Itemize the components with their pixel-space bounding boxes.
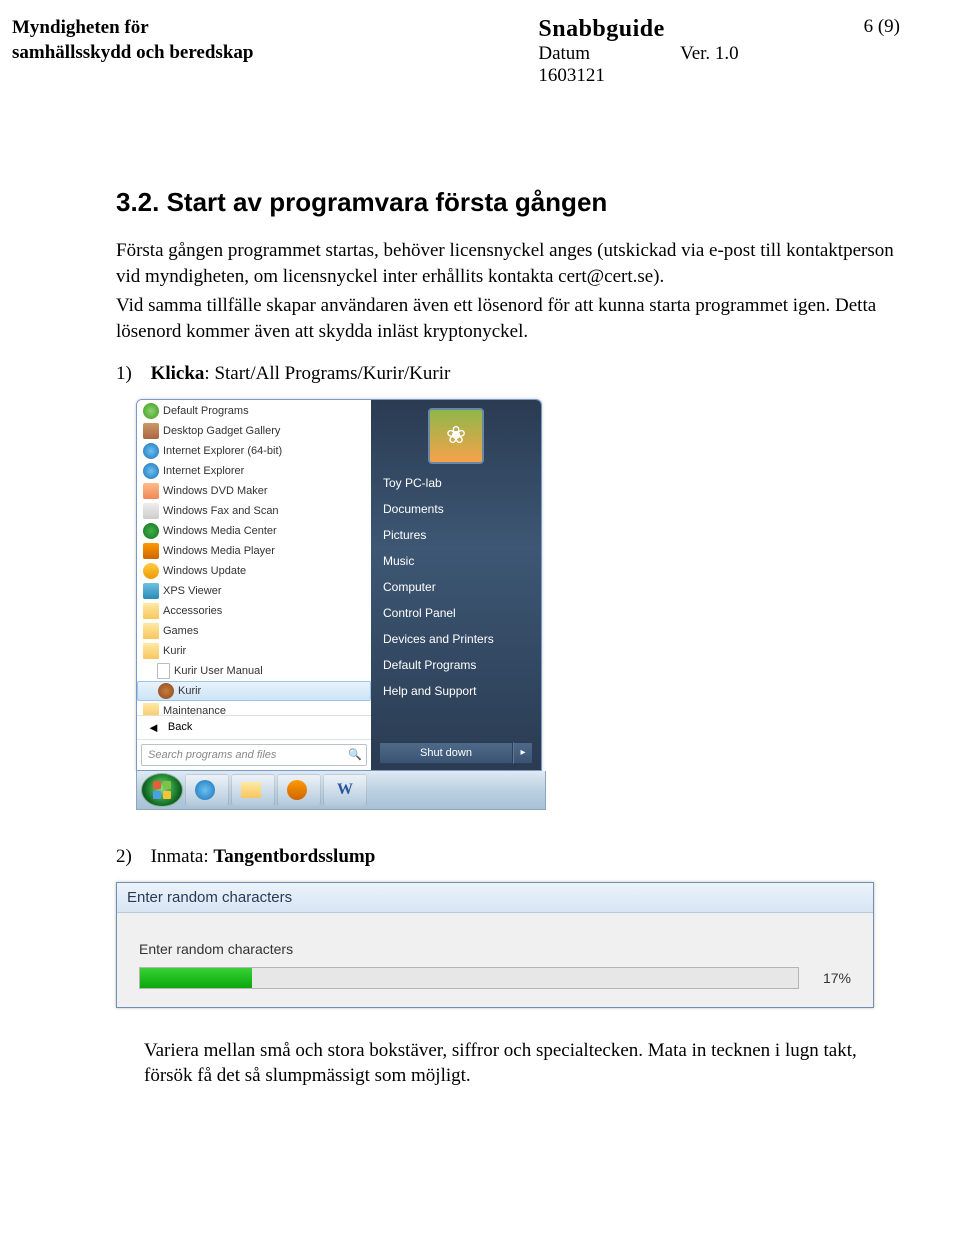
random-chars-dialog: Enter random characters Enter random cha… — [116, 882, 874, 1008]
section-para2: Vid samma tillfälle skapar användaren äv… — [116, 293, 900, 344]
step1-bold: Klicka — [151, 363, 205, 384]
update-icon — [143, 563, 159, 579]
progress-percent: 17% — [813, 970, 851, 986]
sm-item-update[interactable]: Windows Update — [137, 561, 371, 581]
step1-num: 1) — [116, 363, 132, 384]
sm-item-xps[interactable]: XPS Viewer — [137, 581, 371, 601]
document-icon — [157, 663, 170, 679]
sm-item-dvd[interactable]: Windows DVD Maker — [137, 481, 371, 501]
step-1: 1) Klicka: Start/All Programs/Kurir/Kuri… — [116, 363, 900, 385]
back-button[interactable]: ◄ Back — [137, 715, 371, 739]
fax-icon — [143, 503, 159, 519]
datum-label: Datum — [538, 43, 590, 65]
shutdown-menu-arrow[interactable]: ▸ — [513, 742, 533, 764]
dialog-label: Enter random characters — [139, 941, 851, 957]
sm-item-default-programs[interactable]: Default Programs — [137, 401, 371, 421]
start-menu-program-list: Default Programs Desktop Gadget Gallery … — [137, 400, 371, 715]
sm-item-ie[interactable]: Internet Explorer — [137, 461, 371, 481]
windows-logo-icon — [153, 781, 171, 799]
folder-icon — [143, 603, 159, 619]
taskbar-ie-icon[interactable] — [185, 774, 229, 806]
section-heading: 3.2. Start av programvara första gången — [116, 187, 900, 218]
document-header: Myndigheten för samhällsskydd och bereds… — [12, 16, 900, 87]
start-menu: Default Programs Desktop Gadget Gallery … — [136, 399, 542, 771]
taskbar-mediaplayer-icon[interactable] — [277, 774, 321, 806]
section-para1: Första gången programmet startas, behöve… — [116, 238, 900, 289]
page-number: 6 (9) — [864, 16, 900, 38]
sm-item-kurir-folder[interactable]: Kurir — [137, 641, 371, 661]
step2-pre: Inmata: — [151, 846, 214, 867]
folder-icon — [143, 643, 159, 659]
org-line2: samhällsskydd och beredskap — [12, 41, 253, 66]
progress-fill — [140, 968, 252, 988]
taskbar: W — [136, 771, 546, 810]
taskbar-explorer-icon[interactable] — [231, 774, 275, 806]
step2-bold: Tangentbordsslump — [213, 846, 375, 867]
sm-right-music[interactable]: Music — [371, 548, 541, 574]
media-center-icon — [143, 523, 159, 539]
org-line1: Myndigheten för — [12, 16, 253, 41]
folder-icon — [143, 703, 159, 715]
shutdown-button[interactable]: Shut down — [379, 742, 513, 764]
step2-num: 2) — [116, 846, 132, 867]
sm-item-mediaplayer[interactable]: Windows Media Player — [137, 541, 371, 561]
sm-item-gadget[interactable]: Desktop Gadget Gallery — [137, 421, 371, 441]
step1-rest: : Start/All Programs/Kurir/Kurir — [204, 363, 450, 384]
sm-item-ie64[interactable]: Internet Explorer (64-bit) — [137, 441, 371, 461]
sm-right-help[interactable]: Help and Support — [371, 678, 541, 704]
folder-icon — [241, 782, 261, 798]
user-avatar[interactable]: ❀ — [428, 408, 484, 464]
search-icon: 🔍 — [348, 748, 362, 761]
sm-right-controlpanel[interactable]: Control Panel — [371, 600, 541, 626]
media-player-icon — [287, 780, 307, 800]
sm-item-kurir-manual[interactable]: Kurir User Manual — [137, 661, 371, 681]
datum-value: 1603121 — [538, 65, 738, 87]
dvd-icon — [143, 483, 159, 499]
sm-item-fax[interactable]: Windows Fax and Scan — [137, 501, 371, 521]
ie-icon — [195, 780, 215, 800]
progress-bar — [139, 967, 799, 989]
taskbar-word-icon[interactable]: W — [323, 774, 367, 806]
dialog-title: Enter random characters — [117, 883, 873, 913]
sm-right-defaultprograms[interactable]: Default Programs — [371, 652, 541, 678]
footer-text: Variera mellan små och stora bokstäver, … — [144, 1038, 900, 1089]
sm-right-devices[interactable]: Devices and Printers — [371, 626, 541, 652]
sm-right-computer[interactable]: Computer — [371, 574, 541, 600]
sm-item-accessories[interactable]: Accessories — [137, 601, 371, 621]
sm-right-pictures[interactable]: Pictures — [371, 522, 541, 548]
folder-icon — [143, 623, 159, 639]
step-2: 2) Inmata: Tangentbordsslump — [116, 846, 900, 868]
start-search-row: Search programs and files 🔍 — [137, 739, 371, 770]
gadget-icon — [143, 423, 159, 439]
sm-right-documents[interactable]: Documents — [371, 496, 541, 522]
ie-icon — [143, 463, 159, 479]
version: Ver. 1.0 — [680, 43, 739, 65]
sm-item-kurir-app[interactable]: Kurir — [137, 681, 371, 701]
media-player-icon — [143, 543, 159, 559]
sm-item-games[interactable]: Games — [137, 621, 371, 641]
sm-item-mediacenter[interactable]: Windows Media Center — [137, 521, 371, 541]
start-button[interactable] — [141, 773, 183, 807]
search-input[interactable]: Search programs and files 🔍 — [141, 744, 367, 766]
sm-right-user[interactable]: Toy PC-lab — [371, 470, 541, 496]
default-programs-icon — [143, 403, 159, 419]
kurir-icon — [158, 683, 174, 699]
doc-title: Snabbguide — [538, 16, 738, 43]
xps-icon — [143, 583, 159, 599]
back-arrow-icon: ◄ — [147, 720, 160, 735]
sm-item-maintenance[interactable]: Maintenance — [137, 701, 371, 715]
ie-icon — [143, 443, 159, 459]
